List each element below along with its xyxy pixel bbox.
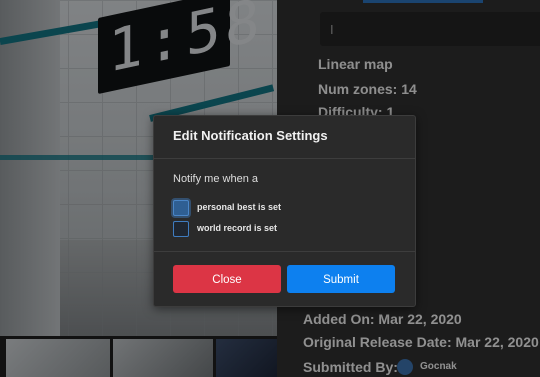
modal-divider bbox=[154, 251, 415, 252]
submit-button[interactable]: Submit bbox=[287, 265, 395, 293]
world-record-checkbox[interactable] bbox=[173, 221, 189, 237]
personal-best-label: personal best is set bbox=[197, 202, 282, 212]
modal-header: Edit Notification Settings bbox=[154, 116, 415, 159]
close-button[interactable]: Close bbox=[173, 265, 281, 293]
personal-best-checkbox[interactable] bbox=[173, 200, 189, 216]
notification-settings-modal: Edit Notification Settings Notify me whe… bbox=[153, 115, 416, 307]
notify-prompt: Notify me when a bbox=[173, 173, 258, 185]
modal-title: Edit Notification Settings bbox=[173, 128, 328, 143]
world-record-label: world record is set bbox=[197, 223, 278, 233]
